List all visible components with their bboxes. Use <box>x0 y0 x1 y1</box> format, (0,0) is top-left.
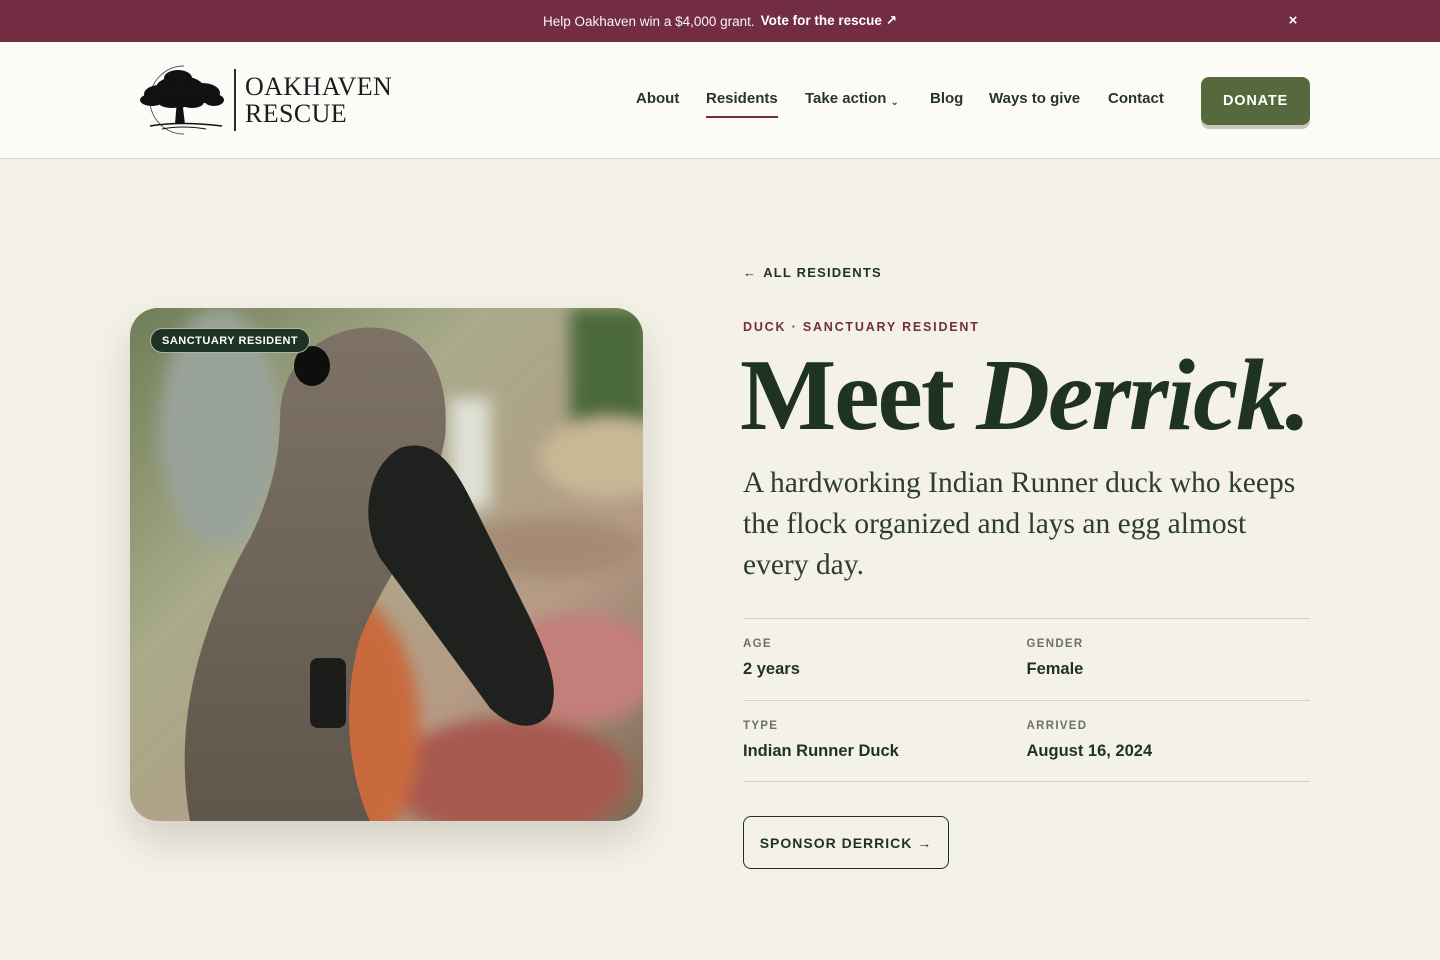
sponsor-button[interactable]: SPONSOR DERRICK → <box>743 816 949 869</box>
sanctuary-resident-badge: SANCTUARY RESIDENT <box>150 328 311 353</box>
facts-row: AGE 2 years GENDER Female <box>743 618 1310 700</box>
fact-value: Female <box>1026 660 1084 678</box>
resident-facts: AGE 2 years GENDER Female TYPE Indian Ru… <box>743 618 1310 782</box>
resident-photo: SANCTUARY RESIDENT <box>130 308 643 821</box>
donate-button[interactable]: DONATE <box>1201 77 1310 125</box>
fact-value: August 16, 2024 <box>1026 742 1153 760</box>
title-name: Derrick. <box>976 339 1310 452</box>
fact-gender: GENDER Female <box>1027 619 1311 700</box>
close-icon[interactable]: × <box>1284 12 1302 30</box>
nav-take-action[interactable]: Take action ⌄ <box>805 90 899 108</box>
duck-photo-image <box>130 308 643 821</box>
all-residents-link[interactable]: ← ALL RESIDENTS <box>743 265 882 280</box>
title-prefix: Meet <box>740 339 955 452</box>
nav-blog[interactable]: Blog <box>930 90 963 107</box>
fact-age: AGE 2 years <box>743 619 1027 700</box>
fact-label: TYPE <box>743 720 779 732</box>
page-title: Meet Derrick. <box>740 340 1340 452</box>
vote-link[interactable]: Vote for the rescue ↗ <box>761 13 897 29</box>
announcement-message: Help Oakhaven win a $4,000 grant. <box>543 13 755 29</box>
nav-residents[interactable]: Residents <box>706 90 778 118</box>
arrow-left-icon: ← <box>743 265 758 280</box>
nav-contact[interactable]: Contact <box>1108 90 1164 107</box>
resident-eyebrow: DUCK · SANCTUARY RESIDENT <box>743 320 980 334</box>
fact-label: GENDER <box>1026 638 1084 650</box>
nav-take-action-label: Take action <box>805 90 887 107</box>
announcement-bar: Help Oakhaven win a $4,000 grant. Vote f… <box>0 0 1440 42</box>
resident-description: A hardworking Indian Runner duck who kee… <box>743 467 1296 581</box>
fact-label: ARRIVED <box>1026 720 1088 732</box>
fact-type: TYPE Indian Runner Duck <box>743 701 1027 781</box>
fact-label: AGE <box>743 638 772 650</box>
nav-about[interactable]: About <box>636 90 679 107</box>
fact-value: Indian Runner Duck <box>743 742 899 760</box>
site-header: OAKHAVEN RESCUE About Residents Take act… <box>0 42 1440 159</box>
facts-row: TYPE Indian Runner Duck ARRIVED August 1… <box>743 700 1310 782</box>
fact-value: 2 years <box>743 660 800 678</box>
fact-arrived: ARRIVED August 16, 2024 <box>1027 701 1311 781</box>
chevron-down-icon: ⌄ <box>890 97 899 108</box>
all-residents-label: ALL RESIDENTS <box>763 265 882 280</box>
nav-ways-to-give[interactable]: Ways to give <box>989 90 1080 107</box>
